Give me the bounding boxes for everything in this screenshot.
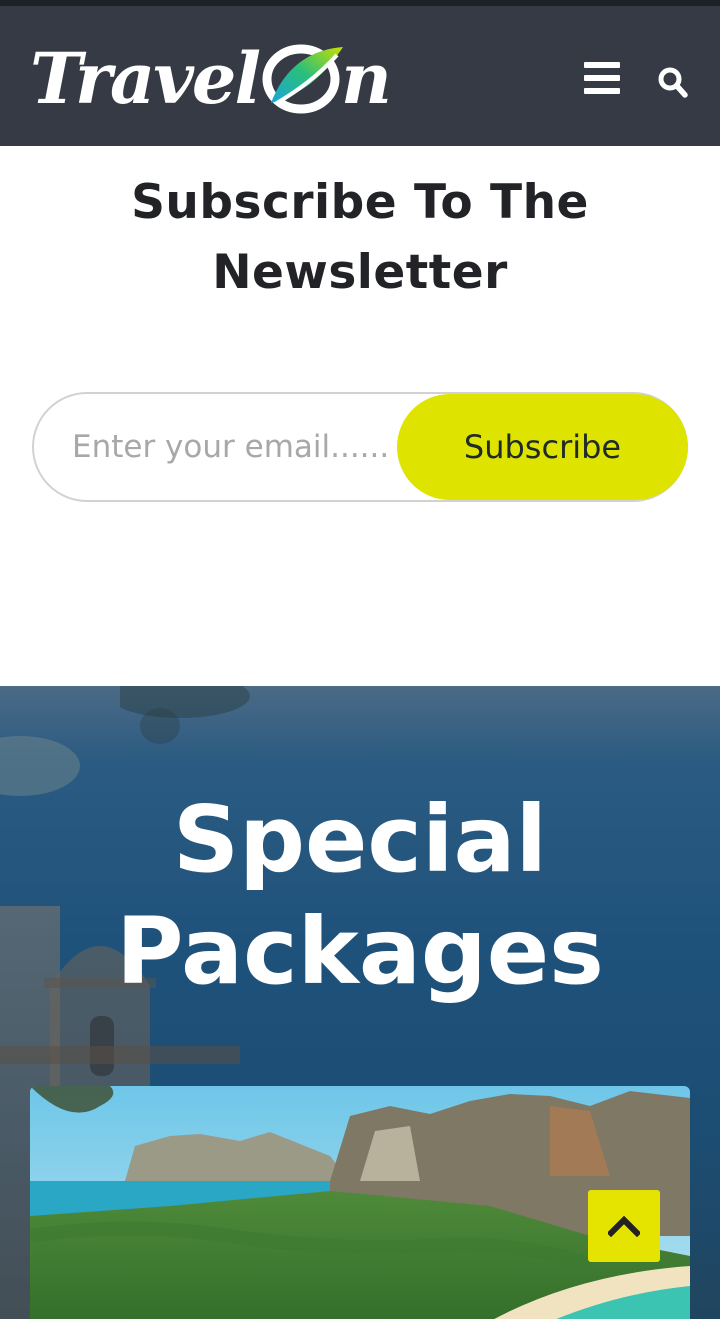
special-packages-title: Special Packages <box>116 786 604 1005</box>
logo-text-left: Travel <box>30 37 261 120</box>
search-icon[interactable] <box>658 66 688 100</box>
menu-bar <box>584 88 620 94</box>
site-header: Travel n <box>0 6 720 146</box>
chevron-up-icon <box>608 1215 640 1237</box>
menu-bar <box>584 75 620 81</box>
subscribe-button[interactable]: Subscribe <box>397 394 688 500</box>
newsletter-title: Subscribe To The Newsletter <box>131 175 589 300</box>
scroll-to-top-button[interactable] <box>588 1190 660 1262</box>
email-input[interactable] <box>72 416 390 478</box>
background-railing <box>0 1046 240 1064</box>
site-logo[interactable]: Travel n <box>30 34 392 124</box>
hamburger-menu-icon[interactable] <box>584 60 622 96</box>
newsletter-form: Subscribe <box>32 392 688 502</box>
background-foliage <box>120 686 250 744</box>
logo-text-right: n <box>341 37 392 120</box>
menu-bar <box>584 62 620 68</box>
logo-leaf-icon <box>262 44 344 114</box>
